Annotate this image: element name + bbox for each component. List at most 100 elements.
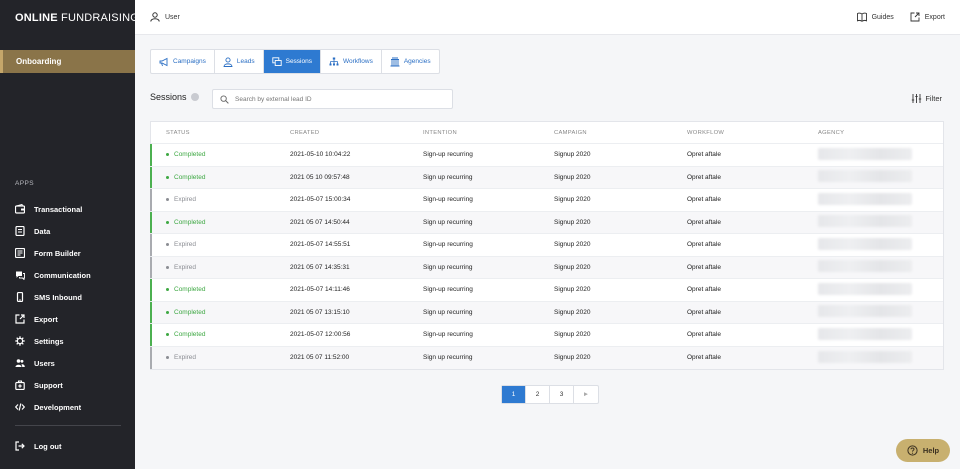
status-text: Completed [174, 331, 206, 339]
support-icon [15, 380, 25, 390]
tab-agencies[interactable]: Agencies [382, 50, 439, 73]
sidebar-item-communication[interactable]: Communication [15, 264, 125, 286]
next-page-button[interactable]: ► [574, 386, 598, 403]
table-header: STATUS CREATED INTENTION CAMPAIGN WORKFL… [151, 122, 943, 144]
created-cell: 2021 05 07 14:35:31 [290, 263, 350, 271]
export-icon [15, 314, 25, 324]
agency-cell [818, 237, 943, 252]
export-button[interactable]: Export [910, 12, 945, 22]
help-label: Help [922, 446, 940, 455]
workflow-cell: Opret aftale [687, 218, 721, 226]
workflow-cell: Opret aftale [687, 308, 721, 316]
sidebar-item-label: Transactional [34, 204, 83, 214]
table-row[interactable]: Expired 2021 05 07 14:35:31 Sign up recurr… [150, 256, 943, 279]
intention-cell: Sign-up recurring [423, 151, 473, 159]
tab-label: Sessions [285, 58, 312, 65]
tab-sessions[interactable]: Sessions [263, 50, 321, 73]
sidebar-item-onboarding[interactable]: Onboarding [0, 50, 135, 73]
sidebar-item-label: Data [34, 226, 51, 236]
sidebar-item-transactional[interactable]: Transactional [15, 198, 125, 220]
export-label: Export [924, 13, 945, 21]
page-button-3[interactable]: 3 [550, 386, 574, 403]
status-dot [166, 220, 169, 224]
status-text: Completed [174, 173, 206, 181]
logout-button[interactable]: Log out [15, 435, 62, 457]
sidebar-item-label: Onboarding [16, 57, 62, 66]
agency-cell [818, 305, 943, 319]
created-cell: 2021 05 10 09:57:48 [290, 173, 350, 181]
sidebar-divider [15, 425, 121, 426]
page-button-1[interactable]: 1 [502, 386, 526, 403]
column-header-status[interactable]: STATUS [151, 130, 290, 136]
table-row[interactable]: Completed 2021-05-07 12:00:56 Sign-up recu… [150, 324, 943, 347]
status-text: Expired [174, 196, 197, 204]
table-row[interactable]: Completed 2021-05-07 14:11:46 Sign-up recu… [150, 279, 943, 302]
status-cell: Completed [151, 219, 290, 226]
sidebar-item-export[interactable]: Export [15, 308, 125, 330]
sessions-table: STATUS CREATED INTENTION CAMPAIGN WORKFL… [150, 121, 944, 370]
brand-logo[interactable]: ONLINE FUNDRAISING [15, 12, 139, 24]
table-row[interactable]: Completed 2021 05 07 14:50:44 Sign up recu… [150, 211, 943, 234]
intention-cell: Sign up recurring [423, 354, 473, 362]
sidebar-item-settings[interactable]: Settings [15, 330, 125, 352]
logout-label: Log out [34, 441, 62, 451]
chat-icon [16, 271, 25, 280]
tab-label: Workflows [342, 58, 373, 65]
column-header-workflow[interactable]: WORKFLOW [687, 130, 818, 136]
table-row[interactable]: Expired 2021-05-07 14:55:51 Sign-up recurr… [150, 234, 943, 257]
sidebar-item-label: Support [34, 380, 63, 390]
campaign-cell: Signup 2020 [554, 151, 591, 159]
workflow-cell: Opret aftale [687, 196, 721, 204]
column-header-agency[interactable]: AGENCY [818, 130, 943, 136]
column-header-intention[interactable]: INTENTION [423, 130, 554, 136]
agency-cell [818, 170, 943, 184]
status-dot [166, 243, 169, 247]
campaign-cell: Signup 2020 [554, 218, 591, 226]
sidebar-item-form-builder[interactable]: Form Builder [15, 242, 125, 264]
guides-button[interactable]: Guides [856, 12, 894, 22]
search-box [212, 89, 453, 109]
tab-campaigns[interactable]: Campaigns [151, 50, 215, 73]
user-menu[interactable]: User [150, 12, 180, 22]
search-input[interactable] [235, 95, 435, 103]
agency-redacted [818, 237, 912, 250]
filter-sliders-icon [912, 94, 922, 103]
status-text: Completed [174, 151, 206, 159]
windows-icon [271, 56, 282, 66]
column-header-campaign[interactable]: CAMPAIGN [554, 130, 687, 136]
intention-cell: Sign-up recurring [423, 241, 473, 249]
sidebar-item-data[interactable]: Data [15, 220, 125, 242]
status-cell: Completed [151, 174, 290, 181]
status-dot [166, 356, 169, 360]
help-button[interactable]: Help [896, 439, 950, 462]
sidebar-item-sms-inbound[interactable]: SMS Inbound [15, 286, 125, 308]
table-row[interactable]: Completed 2021 05 07 13:15:10 Sign up recu… [150, 301, 943, 324]
tab-label: Agencies [403, 58, 431, 65]
table-row[interactable]: Expired 2021-05-07 15:00:34 Sign-up recurr… [150, 189, 943, 212]
building-icon [390, 57, 400, 66]
intention-cell: Sign-up recurring [423, 196, 473, 204]
sidebar-item-support[interactable]: Support [15, 374, 125, 396]
tab-leads[interactable]: Leads [215, 50, 264, 73]
sidebar-item-users[interactable]: Users [15, 352, 125, 374]
filter-label: Filter [925, 94, 942, 103]
campaign-cell: Signup 2020 [554, 286, 591, 294]
tab-workflows[interactable]: Workflows [321, 50, 382, 73]
megaphone-icon [159, 57, 168, 66]
code-icon [15, 403, 25, 411]
page-button-2[interactable]: 2 [526, 386, 550, 403]
section-tabs: Campaigns Leads Sessions Workflows Agenc… [150, 49, 440, 74]
tab-label: Leads [236, 58, 255, 65]
info-icon[interactable] [190, 93, 199, 101]
filter-button[interactable]: Filter [911, 93, 942, 104]
table-row[interactable]: Expired 2021 05 07 11:52:00 Sign up recurr… [150, 346, 943, 369]
page-title-text: Sessions [150, 92, 187, 102]
table-row[interactable]: Completed 2021 05 10 09:57:48 Sign up recu… [150, 166, 943, 189]
table-row[interactable]: Completed 2021-05-10 10:04:22 Sign-up recu… [150, 144, 943, 167]
apps-heading: APPS [15, 180, 34, 187]
users-icon [15, 359, 25, 367]
status-dot [166, 153, 169, 157]
sidebar-item-development[interactable]: Development [15, 396, 125, 418]
status-text: Expired [174, 241, 197, 249]
column-header-created[interactable]: CREATED [290, 130, 423, 136]
